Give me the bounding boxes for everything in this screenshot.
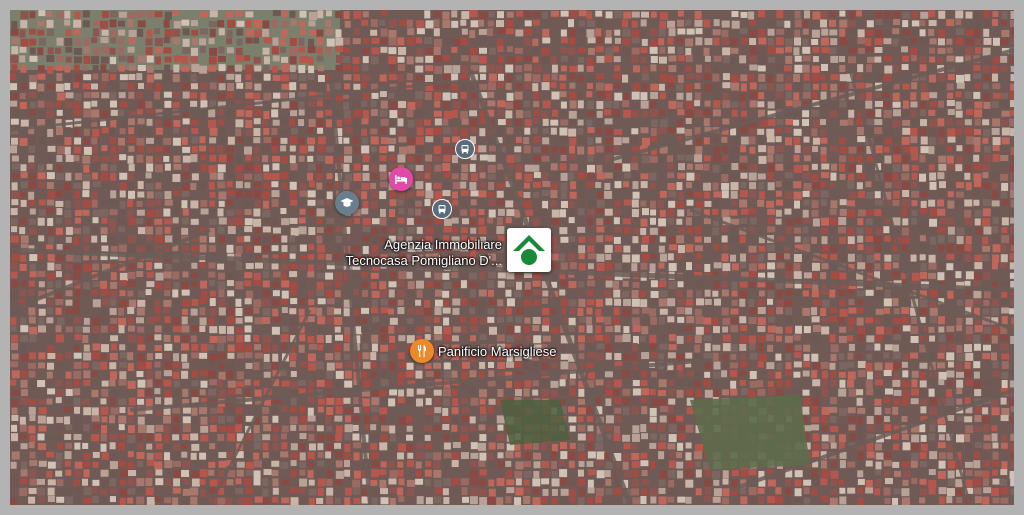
map-frame: Agenzia Immobiliare Tecnocasa Pomigliano…	[0, 0, 1024, 515]
graduation-cap-icon	[340, 198, 354, 207]
bus-stop-marker[interactable]	[432, 199, 452, 219]
agency-label-line1: Agenzia Immobiliare	[384, 237, 502, 252]
agency-marker[interactable]	[507, 228, 551, 272]
bakery-label[interactable]: Panificio Marsigliese	[438, 344, 557, 360]
agency-label-line2: Tecnocasa Pomigliano D'...	[345, 253, 502, 268]
bus-stop-icon	[438, 205, 446, 214]
tecnocasa-house-logo-icon	[513, 235, 545, 265]
agency-label[interactable]: Agenzia Immobiliare Tecnocasa Pomigliano…	[322, 237, 502, 269]
hotel-marker[interactable]	[389, 167, 413, 191]
school-marker[interactable]	[335, 191, 359, 215]
restaurant-icon	[418, 345, 427, 357]
hotel-bed-icon	[395, 175, 407, 184]
bus-stop-marker[interactable]	[455, 139, 475, 159]
bakery-marker[interactable]	[410, 339, 434, 363]
bus-stop-icon	[461, 145, 469, 154]
satellite-map[interactable]: Agenzia Immobiliare Tecnocasa Pomigliano…	[10, 10, 1014, 505]
